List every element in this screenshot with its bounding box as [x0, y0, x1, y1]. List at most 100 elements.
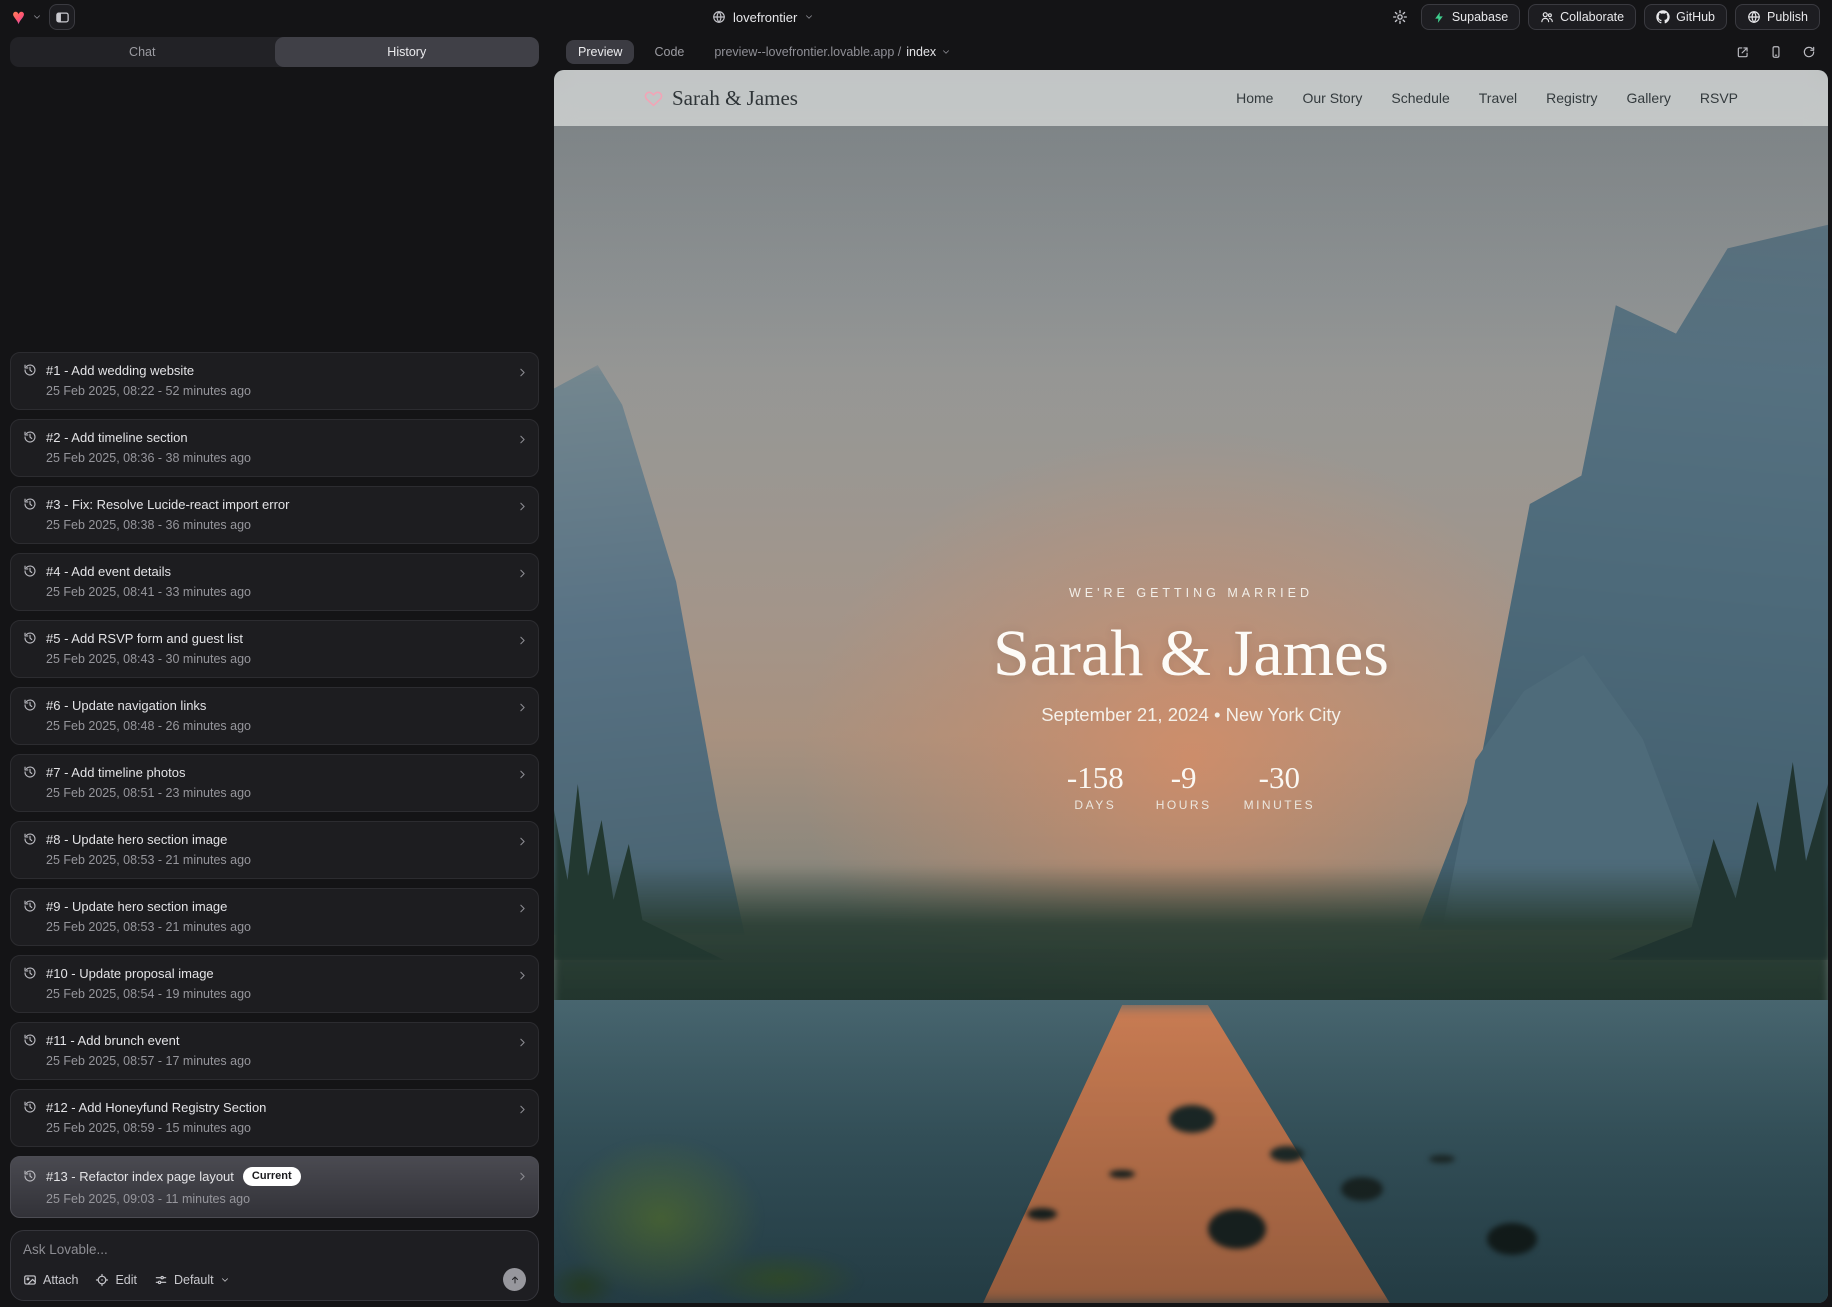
- history-item[interactable]: #6 - Update navigation links 25 Feb 2025…: [10, 687, 539, 745]
- site-nav: Home Our Story Schedule Travel Registry …: [1236, 90, 1738, 106]
- countdown-label: HOURS: [1156, 798, 1212, 812]
- project-name: lovefrontier: [733, 10, 797, 25]
- chevron-right-icon: [516, 500, 529, 513]
- history-item[interactable]: #1 - Add wedding website 25 Feb 2025, 08…: [10, 352, 539, 410]
- history-item-timestamp: 25 Feb 2025, 08:38 - 36 minutes ago: [46, 518, 508, 532]
- history-clock-icon: [23, 1033, 37, 1047]
- tab-chat[interactable]: Chat: [10, 37, 275, 67]
- countdown-value: -9: [1156, 760, 1212, 796]
- nav-link[interactable]: Schedule: [1391, 90, 1449, 106]
- mode-select[interactable]: Default: [154, 1273, 230, 1287]
- countdown-label: MINUTES: [1244, 798, 1316, 812]
- history-item-timestamp: 25 Feb 2025, 08:57 - 17 minutes ago: [46, 1054, 508, 1068]
- chat-input[interactable]: [23, 1242, 526, 1257]
- preview-url-prefix: preview--lovefrontier.lovable.app /: [714, 45, 901, 59]
- history-item-timestamp: 25 Feb 2025, 08:36 - 38 minutes ago: [46, 451, 508, 465]
- attach-label: Attach: [43, 1273, 78, 1287]
- tab-history[interactable]: History: [275, 37, 540, 67]
- history-item[interactable]: #5 - Add RSVP form and guest list 25 Feb…: [10, 620, 539, 678]
- collaborate-button[interactable]: Collaborate: [1528, 4, 1636, 30]
- history-item-title: #7 - Add timeline photos: [46, 765, 185, 780]
- hero-eyebrow: WE'RE GETTING MARRIED: [554, 586, 1828, 600]
- panel-tabs: Chat History: [10, 37, 539, 67]
- publish-button[interactable]: Publish: [1735, 4, 1820, 30]
- history-item-head: #12 - Add Honeyfund Registry Section: [23, 1100, 508, 1115]
- chevron-right-icon: [516, 1170, 529, 1183]
- chevron-right-icon: [516, 366, 529, 379]
- logo-chevron-down-icon[interactable]: [32, 12, 42, 22]
- lovable-logo-icon[interactable]: ♥: [12, 6, 25, 28]
- settings-button[interactable]: [1387, 4, 1413, 30]
- history-item-head: #13 - Refactor index page layout Current: [23, 1167, 508, 1186]
- history-item[interactable]: #9 - Update hero section image 25 Feb 20…: [10, 888, 539, 946]
- history-item[interactable]: #13 - Refactor index page layout Current…: [10, 1156, 539, 1218]
- url-chevron-down-icon: [941, 47, 951, 57]
- edit-button[interactable]: Edit: [95, 1273, 137, 1287]
- history-clock-icon: [23, 698, 37, 712]
- refresh-button[interactable]: [1802, 45, 1816, 59]
- history-item[interactable]: #8 - Update hero section image 25 Feb 20…: [10, 821, 539, 879]
- chevron-right-icon: [516, 902, 529, 915]
- history-clock-icon: [23, 1169, 37, 1183]
- countdown-item: -158 DAYS: [1067, 760, 1124, 812]
- preview-url[interactable]: preview--lovefrontier.lovable.app / inde…: [714, 45, 951, 59]
- tab-preview[interactable]: Preview: [566, 40, 634, 64]
- history-item-timestamp: 25 Feb 2025, 09:03 - 11 minutes ago: [46, 1192, 508, 1206]
- history-item[interactable]: #7 - Add timeline photos 25 Feb 2025, 08…: [10, 754, 539, 812]
- history-item-title: #9 - Update hero section image: [46, 899, 227, 914]
- history-item-head: #6 - Update navigation links: [23, 698, 508, 713]
- hero-content: WE'RE GETTING MARRIED Sarah & James Sept…: [554, 586, 1828, 812]
- countdown-value: -158: [1067, 760, 1124, 796]
- history-item-timestamp: 25 Feb 2025, 08:22 - 52 minutes ago: [46, 384, 508, 398]
- history-clock-icon: [23, 1100, 37, 1114]
- nav-link[interactable]: Registry: [1546, 90, 1597, 106]
- sidebar-toggle-button[interactable]: [49, 4, 75, 30]
- countdown-item: -9 HOURS: [1156, 760, 1212, 812]
- heart-outline-icon: [644, 89, 663, 108]
- open-external-button[interactable]: [1736, 45, 1750, 59]
- history-item-title: #4 - Add event details: [46, 564, 171, 579]
- chevron-right-icon: [516, 835, 529, 848]
- mode-label: Default: [174, 1273, 214, 1287]
- site-logo[interactable]: Sarah & James: [644, 86, 798, 111]
- countdown-label: DAYS: [1067, 798, 1124, 812]
- history-clock-icon: [23, 564, 37, 578]
- topbar-actions: Supabase Collaborate GitHub Publish: [1387, 4, 1820, 30]
- chevron-right-icon: [516, 1103, 529, 1116]
- history-item-head: #3 - Fix: Resolve Lucide-react import er…: [23, 497, 508, 512]
- hero-title: Sarah & James: [554, 616, 1828, 692]
- collaborate-label: Collaborate: [1560, 10, 1624, 24]
- nav-link[interactable]: Home: [1236, 90, 1273, 106]
- attach-button[interactable]: Attach: [23, 1273, 78, 1287]
- nav-link[interactable]: RSVP: [1700, 90, 1738, 106]
- nav-link[interactable]: Travel: [1479, 90, 1517, 106]
- nav-link[interactable]: Our Story: [1302, 90, 1362, 106]
- history-item-timestamp: 25 Feb 2025, 08:54 - 19 minutes ago: [46, 987, 508, 1001]
- history-item[interactable]: #4 - Add event details 25 Feb 2025, 08:4…: [10, 553, 539, 611]
- chevron-right-icon: [516, 567, 529, 580]
- tab-code[interactable]: Code: [646, 40, 692, 64]
- history-item[interactable]: #3 - Fix: Resolve Lucide-react import er…: [10, 486, 539, 544]
- history-item-title: #12 - Add Honeyfund Registry Section: [46, 1100, 266, 1115]
- chevron-right-icon: [516, 1036, 529, 1049]
- history-item[interactable]: #12 - Add Honeyfund Registry Section 25 …: [10, 1089, 539, 1147]
- history-item-title: #8 - Update hero section image: [46, 832, 227, 847]
- history-item[interactable]: #2 - Add timeline section 25 Feb 2025, 0…: [10, 419, 539, 477]
- history-clock-icon: [23, 832, 37, 846]
- github-button[interactable]: GitHub: [1644, 4, 1727, 30]
- history-item-title: #6 - Update navigation links: [46, 698, 206, 713]
- github-label: GitHub: [1676, 10, 1715, 24]
- chevron-right-icon: [516, 969, 529, 982]
- send-button[interactable]: [503, 1268, 526, 1291]
- chat-panel: Chat History #1 - Add wedding website 25…: [0, 34, 549, 1307]
- supabase-label: Supabase: [1452, 10, 1508, 24]
- mobile-view-button[interactable]: [1769, 45, 1783, 59]
- history-item-head: #8 - Update hero section image: [23, 832, 508, 847]
- nav-link[interactable]: Gallery: [1627, 90, 1671, 106]
- history-item[interactable]: #11 - Add brunch event 25 Feb 2025, 08:5…: [10, 1022, 539, 1080]
- history-item[interactable]: #10 - Update proposal image 25 Feb 2025,…: [10, 955, 539, 1013]
- history-item-title: #13 - Refactor index page layout: [46, 1169, 234, 1184]
- supabase-button[interactable]: Supabase: [1421, 4, 1520, 30]
- project-selector[interactable]: lovefrontier: [712, 0, 814, 34]
- preview-frame: Sarah & James Home Our Story Schedule Tr…: [554, 70, 1828, 1303]
